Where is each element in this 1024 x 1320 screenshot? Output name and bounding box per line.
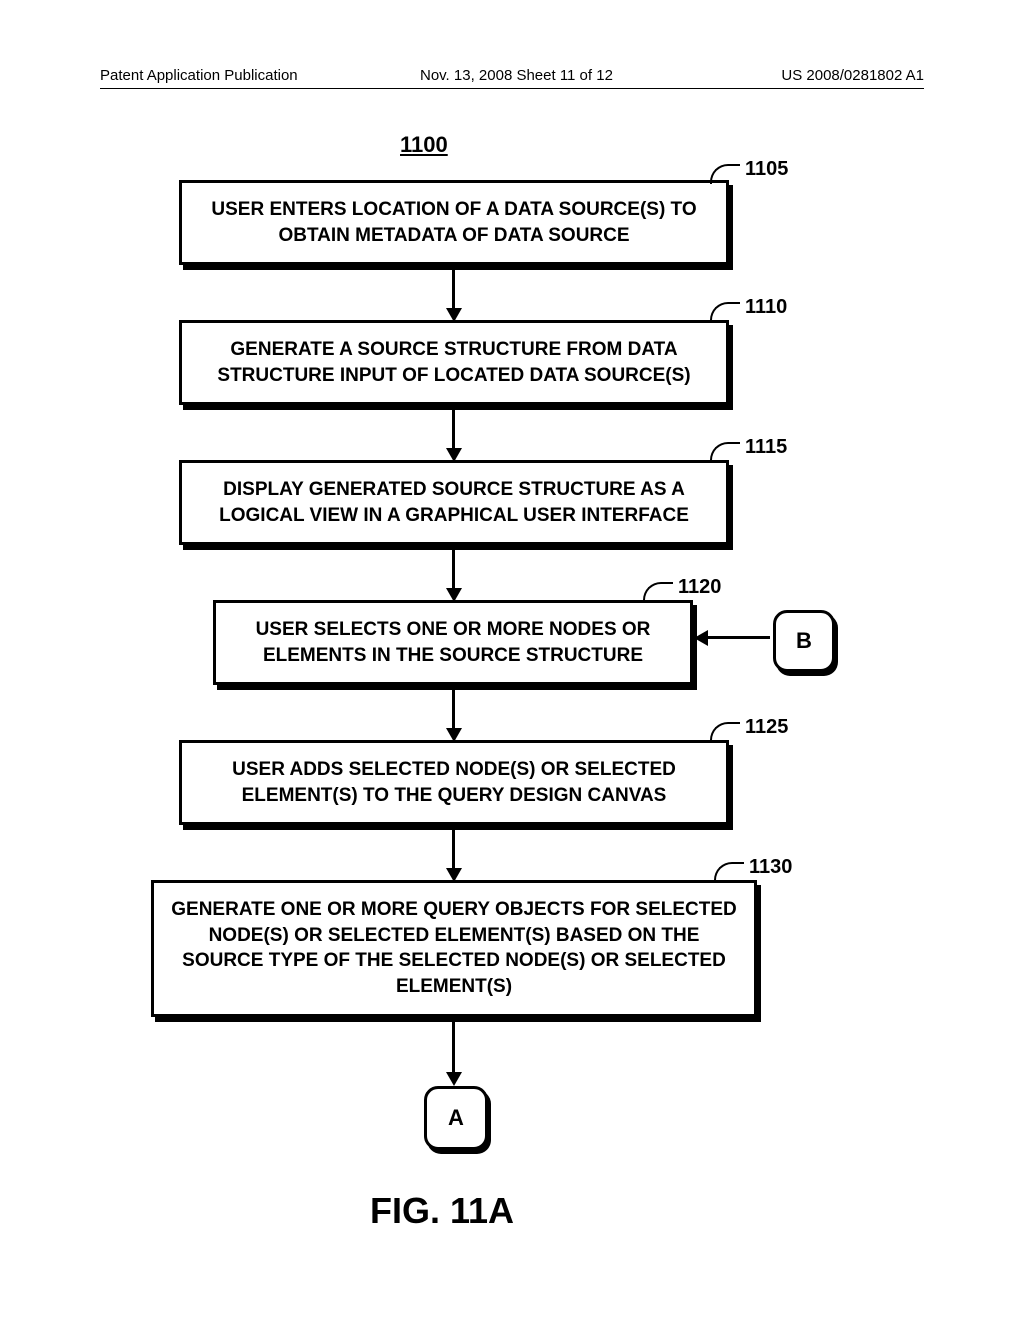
step-box-1125: USER ADDS SELECTED NODE(S) OR SELECTED E… — [179, 740, 729, 825]
ref-num-1130: 1130 — [749, 856, 792, 879]
ref-num-1105: 1105 — [745, 158, 788, 181]
connector-a: A — [424, 1086, 488, 1150]
ref-num-1120: 1120 — [678, 576, 721, 599]
step-box-1110: GENERATE A SOURCE STRUCTURE FROM DATA ST… — [179, 320, 729, 405]
step-box-1115: DISPLAY GENERATED SOURCE STRUCTURE AS A … — [179, 460, 729, 545]
ref-hook-1120 — [643, 582, 673, 602]
step-box-1105: USER ENTERS LOCATION OF A DATA SOURCE(S)… — [179, 180, 729, 265]
ref-hook-1110 — [710, 302, 740, 322]
connector-b-label: B — [796, 628, 812, 654]
step-text-1130: GENERATE ONE OR MORE QUERY OBJECTS FOR S… — [171, 899, 737, 997]
step-text-1105: USER ENTERS LOCATION OF A DATA SOURCE(S)… — [211, 199, 696, 246]
arrow-1130-a — [452, 1014, 455, 1080]
ref-num-1110: 1110 — [745, 296, 787, 319]
header-pubnum: US 2008/0281802 A1 — [781, 67, 924, 84]
ref-hook-1125 — [710, 722, 740, 742]
ref-hook-1105 — [710, 164, 740, 184]
connector-a-label: A — [448, 1105, 464, 1131]
ref-hook-1130 — [714, 862, 744, 882]
figure-number: 1100 — [400, 132, 448, 158]
arrowhead-b-1120 — [694, 630, 708, 646]
page-header: Patent Application Publication Nov. 13, … — [100, 88, 924, 109]
step-text-1110: GENERATE A SOURCE STRUCTURE FROM DATA ST… — [217, 339, 690, 386]
arrowhead-1130-a — [446, 1072, 462, 1086]
ref-hook-1115 — [710, 442, 740, 462]
arrow-b-1120 — [700, 636, 770, 639]
header-publication: Patent Application Publication — [100, 67, 298, 84]
step-box-1130: GENERATE ONE OR MORE QUERY OBJECTS FOR S… — [151, 880, 757, 1017]
step-text-1120: USER SELECTS ONE OR MORE NODES OR ELEMEN… — [256, 619, 651, 666]
ref-num-1115: 1115 — [745, 436, 787, 459]
connector-b: B — [773, 610, 835, 672]
figure-caption: FIG. 11A — [370, 1190, 514, 1232]
step-box-1120: USER SELECTS ONE OR MORE NODES OR ELEMEN… — [213, 600, 693, 685]
header-date-sheet: Nov. 13, 2008 Sheet 11 of 12 — [420, 67, 613, 84]
step-text-1125: USER ADDS SELECTED NODE(S) OR SELECTED E… — [232, 759, 676, 806]
ref-num-1125: 1125 — [745, 716, 788, 739]
step-text-1115: DISPLAY GENERATED SOURCE STRUCTURE AS A … — [219, 479, 689, 526]
patent-page: Patent Application Publication Nov. 13, … — [0, 0, 1024, 1320]
